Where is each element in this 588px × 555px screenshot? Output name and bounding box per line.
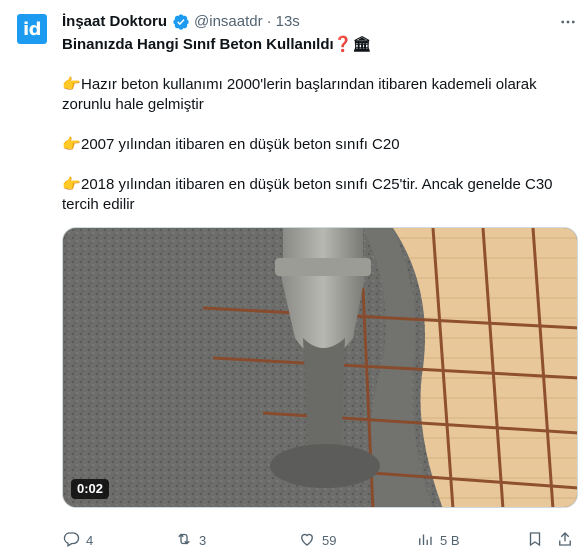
tweet-header: İnşaat Doktoru @insaatdr · 13s [62, 12, 300, 32]
views-button[interactable]: 5 B [416, 530, 460, 550]
views-count: 5 B [440, 532, 460, 548]
pointing-hand-icon: 👉 [62, 176, 81, 193]
like-count: 59 [322, 532, 337, 548]
retweet-button[interactable]: 3 [175, 530, 206, 550]
title-text: Binanızda Hangi Sınıf Beton Kullanıldı [62, 36, 334, 53]
author-handle[interactable]: @insaatdr [194, 12, 263, 32]
bookmark-button[interactable] [526, 530, 544, 550]
paragraph-3-text: 2018 yılından itibaren en düşük beton sı… [62, 176, 553, 213]
pointing-hand-icon: 👉 [62, 136, 81, 153]
paragraph-1-text: Hazır beton kullanımı 2000'lerin başları… [62, 76, 537, 113]
reply-icon [62, 530, 80, 551]
avatar[interactable]: id [17, 14, 47, 44]
views-icon [416, 530, 434, 551]
action-bar: 4 3 59 5 B [62, 530, 582, 550]
paragraph-2-text: 2007 yılından itibaren en düşük beton sı… [81, 136, 400, 153]
reply-button[interactable]: 4 [62, 530, 93, 550]
verified-badge-icon [172, 13, 190, 31]
tweet-card[interactable]: id İnşaat Doktoru @insaatdr · 13s Binanı… [0, 0, 588, 555]
retweet-count: 3 [199, 532, 207, 548]
share-icon [556, 530, 574, 551]
retweet-icon [175, 530, 193, 551]
video-frame [63, 228, 577, 507]
video-duration: 0:02 [71, 479, 110, 499]
share-button[interactable] [556, 530, 574, 550]
tweet-paragraph-3: 👉2018 yılından itibaren en düşük beton s… [62, 175, 567, 215]
like-button[interactable]: 59 [298, 530, 336, 550]
separator: · [266, 13, 272, 30]
tweet-title: Binanızda Hangi Sınıf Beton Kullanıldı❓🏛 [62, 35, 567, 55]
tweet-paragraph-1: 👉Hazır beton kullanımı 2000'lerin başlar… [62, 75, 567, 115]
timestamp[interactable]: 13s [276, 12, 300, 32]
avatar-text: id [22, 18, 42, 40]
reply-count: 4 [86, 532, 94, 548]
pointing-hand-icon: 👉 [62, 76, 81, 93]
tweet-paragraph-2: 👉2007 yılından itibaren en düşük beton s… [62, 135, 567, 155]
like-icon [298, 530, 316, 551]
author-name[interactable]: İnşaat Doktoru [62, 12, 167, 32]
video-player[interactable]: 0:02 [62, 227, 578, 508]
title-emojis: ❓🏛 [333, 36, 372, 53]
bookmark-icon [526, 530, 544, 551]
more-icon[interactable] [558, 12, 578, 32]
